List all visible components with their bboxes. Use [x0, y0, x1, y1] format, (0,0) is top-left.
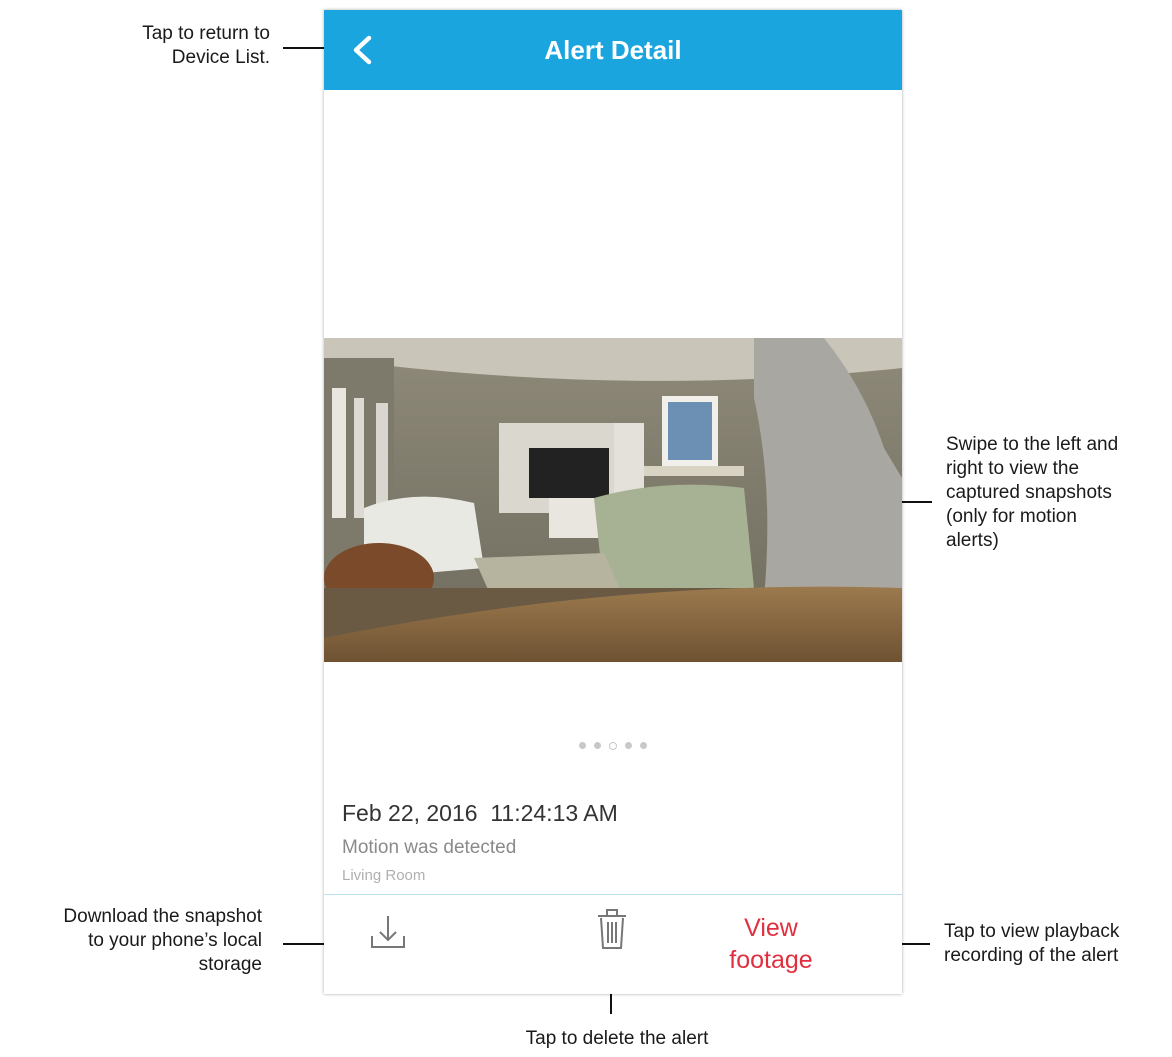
callout-swipe-line: (only for motion [946, 506, 1077, 527]
delete-button[interactable] [594, 908, 630, 952]
alert-datetime: Feb 22, 2016 11:24:13 AM [342, 800, 618, 826]
callout-download-line: to your phone’s local [88, 930, 262, 951]
callout-playback-line: recording of the alert [944, 945, 1119, 966]
callout-swipe-line: alerts) [946, 530, 999, 551]
callout-swipe-line: Swipe to the left and [946, 434, 1119, 455]
pagination-dot[interactable] [594, 742, 601, 749]
callout-download: Download the snapshot to your phone’s lo… [4, 905, 262, 977]
callout-delete: Tap to delete the alert [525, 1028, 709, 1049]
callout-back-line: Tap to return to [142, 23, 270, 44]
living-room-scene [324, 338, 902, 662]
callout-swipe-line: right to view the [946, 458, 1080, 479]
callout-download-line: storage [198, 954, 262, 975]
pagination-dot[interactable] [579, 742, 586, 749]
callout-back-line: Device List. [171, 47, 270, 68]
chevron-left-icon [353, 35, 372, 65]
download-button[interactable] [368, 912, 408, 952]
view-footage-button[interactable]: View footage [696, 912, 846, 976]
view-footage-label-line: View [744, 914, 798, 942]
pagination-dot-active[interactable] [609, 742, 617, 750]
download-icon [371, 916, 405, 948]
view-footage-label-line: footage [729, 946, 813, 974]
trash-icon [598, 909, 626, 949]
page-title: Alert Detail [544, 35, 682, 65]
callout-swipe-line: captured snapshots [946, 482, 1112, 503]
pagination-dot[interactable] [640, 742, 647, 749]
alert-location: Living Room [342, 867, 426, 884]
callout-download-line: Download the snapshot [63, 906, 262, 927]
alert-type: Motion was detected [342, 837, 517, 858]
callout-playback: Tap to view playback recording of the al… [944, 920, 1170, 968]
callout-swipe: Swipe to the left and right to view the … [946, 433, 1166, 553]
divider [324, 894, 902, 895]
pagination-dot[interactable] [625, 742, 632, 749]
back-button[interactable] [344, 30, 384, 70]
snapshot-image[interactable] [324, 338, 902, 662]
top-bar: Alert Detail [324, 10, 902, 90]
callout-back: Tap to return to Device List. [60, 22, 270, 70]
phone-screen: Alert Detail Feb 22, 2016 11:24:13 AM Mo… [324, 10, 902, 994]
pagination-dots[interactable] [324, 742, 902, 752]
callout-playback-line: Tap to view playback [944, 921, 1120, 942]
